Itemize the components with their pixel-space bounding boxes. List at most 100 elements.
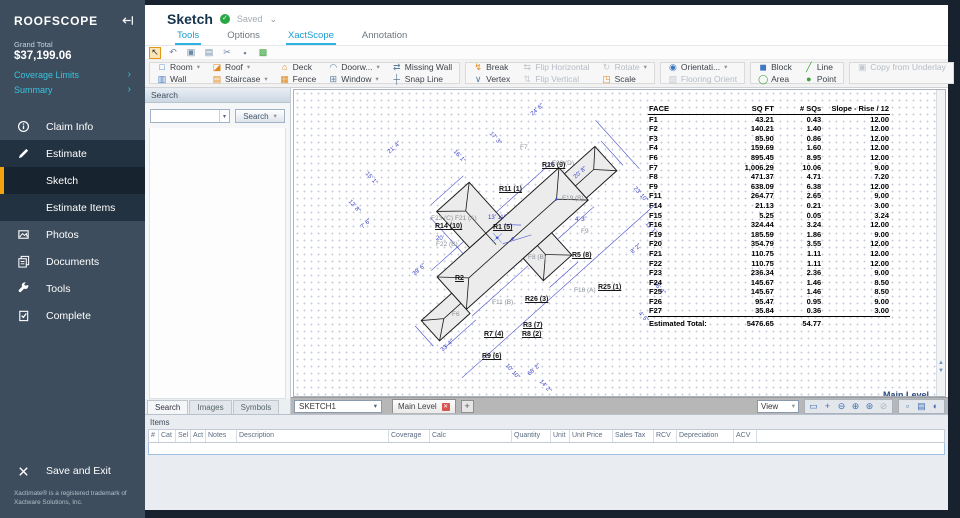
snap-line-button[interactable]: ┼Snap Line [392, 74, 452, 85]
items-column-sel[interactable]: Sel [176, 430, 191, 442]
roof-object-label[interactable]: R25 (1) [598, 284, 621, 291]
sphere-icon[interactable]: ◐ [929, 400, 942, 413]
pan-icon[interactable]: + [821, 400, 834, 413]
items-column-cat[interactable]: Cat [159, 430, 176, 442]
deck-button[interactable]: ⌂Deck [280, 62, 317, 73]
search-button[interactable]: Search [235, 109, 285, 123]
face-label[interactable]: F7 [520, 144, 528, 151]
staircase-button[interactable]: ▤Staircase [212, 74, 268, 85]
level-tab-close-icon[interactable] [442, 403, 450, 411]
face-label[interactable]: F19 (B) [562, 195, 584, 202]
add-level-button[interactable]: + [461, 400, 474, 413]
scale-button[interactable]: ◳Scale [602, 74, 647, 85]
face-label[interactable]: F11 (B) [492, 299, 513, 306]
tab-xactscope[interactable]: XactScope [286, 30, 336, 45]
roof-object-label[interactable]: R7 (4) [484, 331, 503, 338]
sidebar-item-claim-info[interactable]: Claim Info [0, 113, 145, 140]
scroll-down-icon[interactable]: ▼ [938, 368, 944, 374]
fence-button[interactable]: ▦Fence [280, 74, 317, 85]
panel-tab-images[interactable]: Images [189, 400, 231, 414]
cursor-icon[interactable]: ↖ [149, 47, 161, 59]
copy-icon[interactable]: ▣ [185, 47, 197, 59]
sidebar-collapse-icon[interactable] [120, 13, 135, 28]
tab-annotation[interactable]: Annotation [360, 30, 409, 45]
undo-icon[interactable]: ↶ [167, 47, 179, 59]
face-label[interactable]: F6 [452, 311, 460, 318]
roof-object-label[interactable]: R26 (3) [525, 296, 548, 303]
lock-icon[interactable]: ▪ [239, 47, 251, 59]
select-icon[interactable]: ▭ [807, 400, 820, 413]
block-button[interactable]: ◼Block [758, 62, 792, 73]
roof-object-label[interactable]: R5 (8) [572, 252, 591, 259]
items-column-coverage[interactable]: Coverage [389, 430, 430, 442]
items-column-sales-tax[interactable]: Sales Tax [613, 430, 654, 442]
sidebar-item-complete[interactable]: Complete [0, 302, 145, 329]
face-label[interactable]: F20 (D) [552, 160, 574, 167]
roof-object-label[interactable]: R8 (2) [522, 331, 541, 338]
missing-wall-button[interactable]: ⇄Missing Wall [392, 62, 452, 73]
items-column-#[interactable]: # [149, 430, 159, 442]
face-label[interactable]: F9 [581, 228, 589, 235]
wall-button[interactable]: ▥Wall [157, 74, 200, 85]
page-one-icon[interactable]: ▤ [915, 400, 928, 413]
tab-tools[interactable]: Tools [175, 30, 201, 45]
items-column-unit[interactable]: Unit [551, 430, 570, 442]
sidebar-item-sketch[interactable]: Sketch [0, 167, 145, 194]
roof-object-label[interactable]: R1 (5) [493, 224, 512, 231]
point-button[interactable]: ●Point [804, 74, 836, 85]
area-button[interactable]: ◯Area [758, 74, 792, 85]
zoom-fit-icon[interactable]: ⊛ [863, 400, 876, 413]
vertex-button[interactable]: ∨Vertex [473, 74, 510, 85]
window-button[interactable]: ⊞Window [328, 74, 379, 85]
search-input[interactable] [150, 109, 230, 123]
chevron-down-icon[interactable] [269, 14, 277, 25]
roof-object-label[interactable]: R14 (10) [435, 223, 462, 230]
zoom-out-icon[interactable]: ⊖ [835, 400, 848, 413]
sidebar-item-estimate-items[interactable]: Estimate Items [0, 194, 145, 221]
view-selector[interactable]: View [757, 400, 799, 413]
cut-icon[interactable]: ✂ [221, 47, 233, 59]
roof-button[interactable]: ◪Roof [212, 62, 268, 73]
level-tab[interactable]: Main Level [392, 399, 456, 413]
save-and-exit-button[interactable]: Save and Exit [0, 457, 145, 485]
items-column-depreciation[interactable]: Depreciation [677, 430, 734, 442]
roof-object-label[interactable]: R9 (6) [482, 353, 501, 360]
sheet-selector[interactable]: SKETCH1 [294, 400, 382, 413]
sidebar-link-summary[interactable]: Summary [0, 82, 145, 97]
face-label[interactable]: F21 (A) [455, 215, 477, 222]
items-column-quantity[interactable]: Quantity [512, 430, 551, 442]
sidebar-item-documents[interactable]: Documents [0, 248, 145, 275]
face-label[interactable]: F8 (B) [528, 254, 546, 261]
items-column-rcv[interactable]: RCV [654, 430, 677, 442]
panel-tab-symbols[interactable]: Symbols [233, 400, 280, 414]
face-label[interactable]: F16 (A) [574, 287, 596, 294]
panel-tab-search[interactable]: Search [147, 400, 188, 414]
roof-object-label[interactable]: R3 (7) [523, 322, 542, 329]
search-input-dropdown-icon[interactable] [219, 110, 229, 122]
orientati-button[interactable]: ◉Orientati... [668, 62, 737, 73]
items-column-description[interactable]: Description [237, 430, 389, 442]
sidebar-item-photos[interactable]: Photos [0, 221, 145, 248]
face-label[interactable]: F23 (C) [431, 215, 453, 222]
sketch-canvas[interactable]: R16 (9)R11 (1)R14 (10)R1 (5)R5 (8)R2R25 … [293, 89, 946, 397]
items-column-unit-price[interactable]: Unit Price [570, 430, 613, 442]
doorw-button[interactable]: ◠Doorw... [328, 62, 379, 73]
page-icon[interactable]: ▫ [901, 400, 914, 413]
items-column-calc[interactable]: Calc [430, 430, 512, 442]
room-button[interactable]: □Room [157, 62, 200, 73]
items-empty-row[interactable] [148, 443, 945, 455]
roof-object-label[interactable]: R11 (1) [499, 186, 522, 193]
scroll-up-icon[interactable]: ▲ [938, 360, 944, 366]
zoom-in-icon[interactable]: ⊕ [849, 400, 862, 413]
image-icon[interactable]: ▩ [257, 47, 269, 59]
items-column-act[interactable]: Act [191, 430, 206, 442]
sidebar-link-coverage-limits[interactable]: Coverage Limits [0, 67, 145, 82]
paste-icon[interactable]: ▤ [203, 47, 215, 59]
items-column-notes[interactable]: Notes [206, 430, 237, 442]
items-column-acv[interactable]: ACV [734, 430, 757, 442]
line-button[interactable]: ╱Line [804, 62, 836, 73]
roof-object-label[interactable]: R2 [455, 275, 464, 282]
break-button[interactable]: ↯Break [473, 62, 510, 73]
face-label[interactable]: F22 (B) [436, 241, 458, 248]
sidebar-item-tools[interactable]: Tools [0, 275, 145, 302]
